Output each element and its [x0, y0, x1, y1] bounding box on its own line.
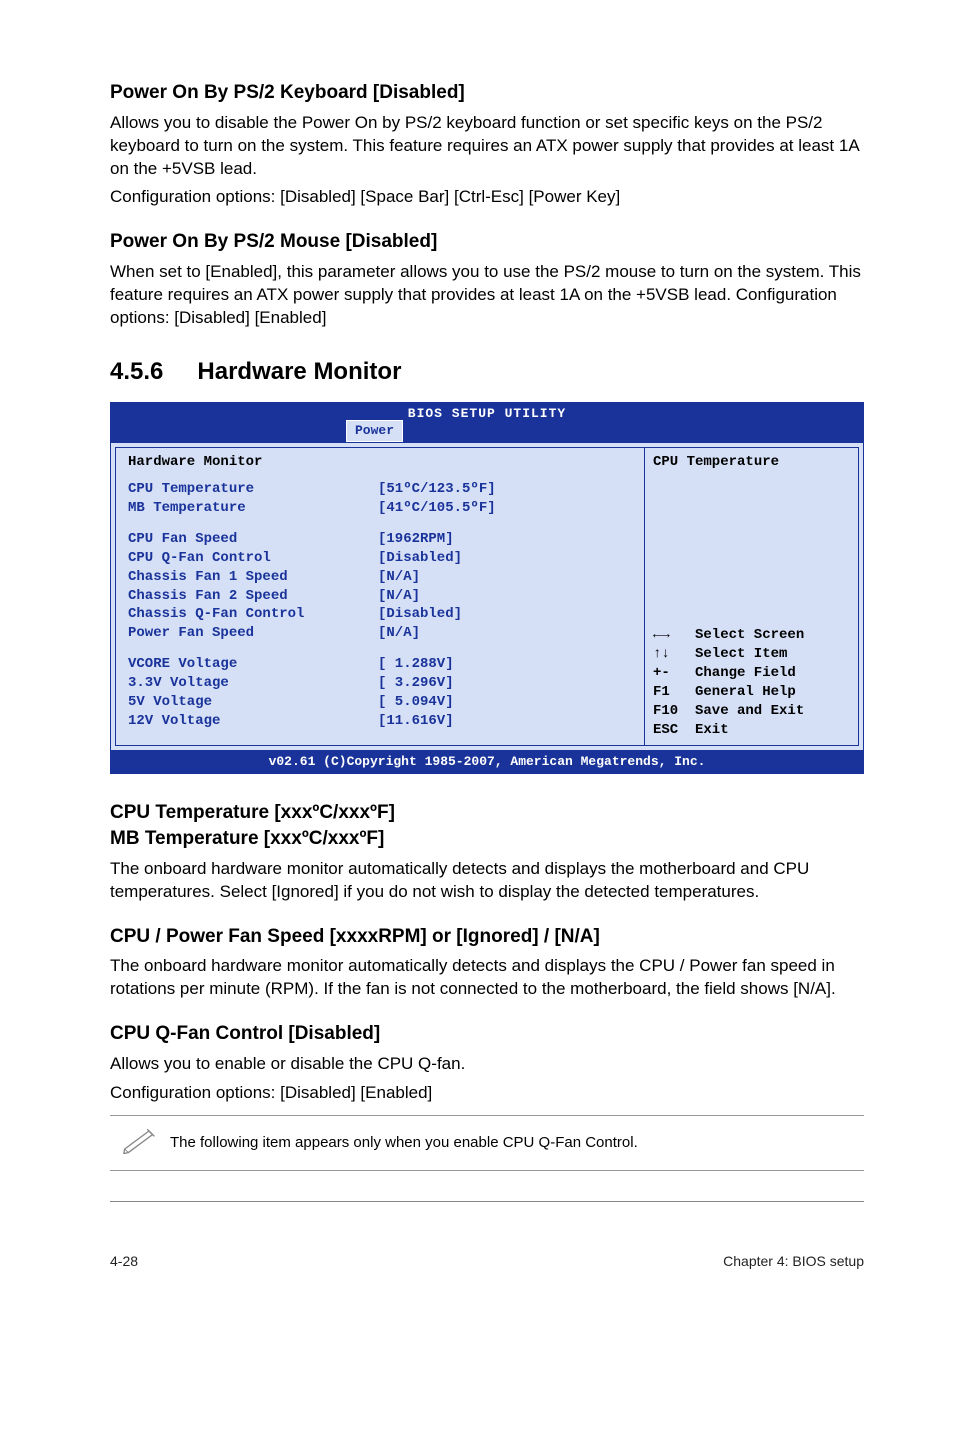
- bios-row: MB Temperature[41ºC/105.5ºF]: [128, 499, 632, 518]
- bios-screenshot: BIOS SETUP UTILITY Power Hardware Monito…: [110, 402, 864, 774]
- arrow-ud-icon: ↑↓: [653, 645, 695, 664]
- heading-fan-speed: CPU / Power Fan Speed [xxxxRPM] or [Igno…: [110, 924, 864, 950]
- bios-row: Power Fan Speed[N/A]: [128, 624, 632, 643]
- bios-row: CPU Fan Speed[1962RPM]: [128, 530, 632, 549]
- note-block: The following item appears only when you…: [110, 1115, 864, 1172]
- bios-tab-power: Power: [346, 420, 403, 442]
- bios-legend: ←→Select Screen ↑↓Select Item +-Change F…: [653, 626, 850, 739]
- bios-row: 12V Voltage[11.616V]: [128, 712, 632, 731]
- esc-key: ESC: [653, 721, 695, 740]
- bios-row: CPU Q-Fan Control[Disabled]: [128, 549, 632, 568]
- plus-minus-icon: +-: [653, 664, 695, 683]
- page-number: 4-28: [110, 1252, 138, 1271]
- body-fan-speed: The onboard hardware monitor automatical…: [110, 955, 864, 1001]
- pencil-note-icon: [110, 1126, 170, 1161]
- heading-cpu-temp: CPU Temperature [xxxºC/xxxºF]: [110, 800, 864, 826]
- bios-left-panel: Hardware Monitor CPU Temperature[51ºC/12…: [115, 447, 644, 746]
- section-number: 4.5.6: [110, 356, 163, 388]
- bios-copyright: v02.61 (C)Copyright 1985-2007, American …: [111, 750, 863, 774]
- bios-row: 5V Voltage[ 5.094V]: [128, 693, 632, 712]
- bios-row: Chassis Fan 2 Speed[N/A]: [128, 587, 632, 606]
- body-power-on-keyboard: Allows you to disable the Power On by PS…: [110, 112, 864, 181]
- bios-titlebar: BIOS SETUP UTILITY Power: [111, 403, 863, 443]
- config-power-on-keyboard: Configuration options: [Disabled] [Space…: [110, 186, 864, 209]
- bios-title: BIOS SETUP UTILITY: [111, 403, 863, 423]
- heading-qfan-control: CPU Q-Fan Control [Disabled]: [110, 1021, 864, 1047]
- bios-right-panel: CPU Temperature ←→Select Screen ↑↓Select…: [644, 447, 859, 746]
- bios-row: CPU Temperature[51ºC/123.5ºF]: [128, 480, 632, 499]
- footer-rule: [110, 1201, 864, 1202]
- f10-key: F10: [653, 702, 695, 721]
- heading-power-on-keyboard: Power On By PS/2 Keyboard [Disabled]: [110, 80, 864, 106]
- note-text: The following item appears only when you…: [170, 1133, 864, 1153]
- bios-help-text: CPU Temperature: [653, 453, 850, 472]
- config-qfan-control: Configuration options: [Disabled] [Enabl…: [110, 1082, 864, 1105]
- heading-mb-temp: MB Temperature [xxxºC/xxxºF]: [110, 826, 864, 852]
- body-qfan-control: Allows you to enable or disable the CPU …: [110, 1053, 864, 1076]
- arrow-lr-icon: ←→: [653, 626, 695, 645]
- body-power-on-mouse: When set to [Enabled], this parameter al…: [110, 261, 864, 330]
- chapter-label: Chapter 4: BIOS setup: [723, 1252, 864, 1271]
- page-footer: 4-28 Chapter 4: BIOS setup: [110, 1242, 864, 1271]
- bios-row: VCORE Voltage[ 1.288V]: [128, 655, 632, 674]
- section-title: Hardware Monitor: [197, 358, 401, 385]
- bios-row: Chassis Fan 1 Speed[N/A]: [128, 568, 632, 587]
- heading-power-on-mouse: Power On By PS/2 Mouse [Disabled]: [110, 229, 864, 255]
- bios-row: 3.3V Voltage[ 3.296V]: [128, 674, 632, 693]
- section-hardware-monitor: 4.5.6 Hardware Monitor: [110, 356, 864, 388]
- body-temperatures: The onboard hardware monitor automatical…: [110, 858, 864, 904]
- f1-key: F1: [653, 683, 695, 702]
- bios-panel-header: Hardware Monitor: [128, 453, 632, 472]
- bios-row: Chassis Q-Fan Control[Disabled]: [128, 605, 632, 624]
